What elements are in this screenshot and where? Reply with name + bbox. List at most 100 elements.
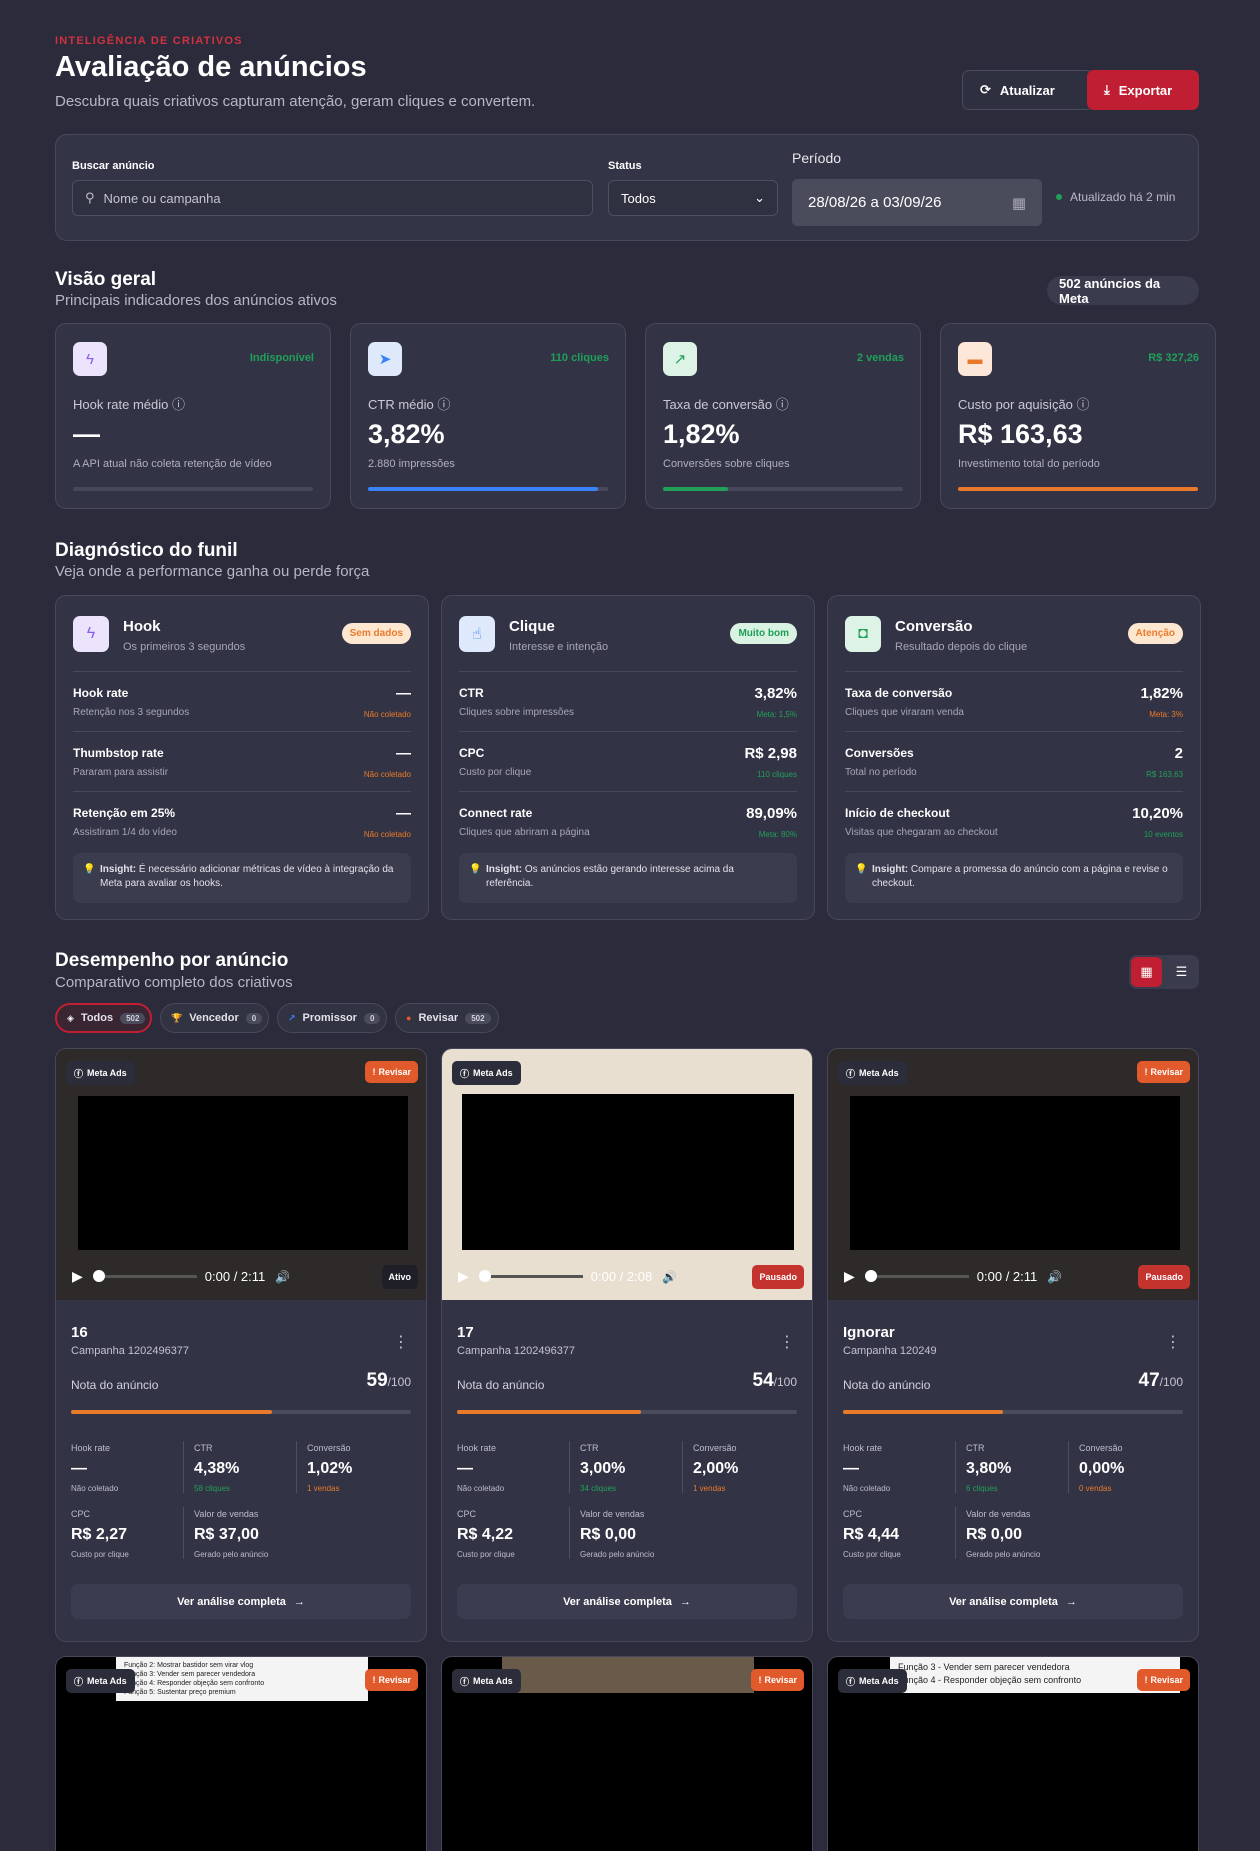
chevron-down-icon: ⌄ <box>754 190 765 205</box>
help-icon[interactable]: ⓘ <box>772 397 789 412</box>
kpi-trend: Indisponível <box>249 352 314 364</box>
kpi-hint: Investimento total do período <box>958 458 1100 470</box>
metric-sub: Custo por clique <box>457 1550 515 1559</box>
play-icon[interactable]: ▶ <box>72 1268 83 1285</box>
metric-label: Hook rate <box>457 1443 497 1453</box>
ad-campaign: Campanha 120249 <box>843 1345 937 1357</box>
wallet-icon: ▬ <box>958 342 992 376</box>
search-input[interactable]: ⚲ Nome ou campanha <box>72 180 593 216</box>
video-controls: ▶ 0:00 / 2:08 🔊 <box>458 1268 677 1285</box>
sales-metric: Valor de vendas R$ 37,00 Gerado pelo anúnc… <box>194 1509 268 1559</box>
metric-value: — <box>843 1460 859 1477</box>
list-view-icon[interactable]: ☰ <box>1166 957 1197 987</box>
page-eyebrow: INTELIGÊNCIA DE CRIATIVOS <box>55 35 243 47</box>
funnel-stage-desc: Resultado depois do clique <box>895 641 1028 653</box>
meta-ads-label: Meta Ads <box>859 1068 899 1078</box>
metric-target: Não coletado <box>363 830 411 839</box>
funnel-stage-name: Clique <box>509 618 555 635</box>
video-player[interactable] <box>78 1096 408 1250</box>
period-picker[interactable]: 28/08/26 a 03/09/26 ▦ <box>792 179 1042 226</box>
page-subtitle: Descubra quais criativos capturam atençã… <box>55 93 536 110</box>
funnel-card-hook: ϟ Hook Os primeiros 3 segundos Sem dados Hoo… <box>55 595 429 920</box>
metric-sub: 0 vendas <box>1079 1484 1112 1493</box>
filter-chip-revisar[interactable]: ● Revisar 502 <box>395 1003 499 1033</box>
layers-icon: ◈ <box>67 1012 74 1023</box>
ad-card: ⓕ Meta Ads ▶ 0:00 / 2:08 🔊 Pausado 17 Campanha … <box>441 1048 813 1642</box>
play-icon[interactable]: ▶ <box>458 1268 469 1285</box>
grid-view-icon[interactable]: ▦ <box>1131 957 1162 987</box>
chip-count: 0 <box>363 1012 381 1024</box>
more-options-icon[interactable]: ⋮ <box>1165 1332 1181 1352</box>
volume-icon[interactable]: 🔊 <box>1047 1270 1062 1284</box>
trend-icon: ↗ <box>288 1012 296 1023</box>
full-analysis-button[interactable]: Ver análise completa → <box>843 1584 1183 1619</box>
video-time: 0:00 / 2:08 <box>590 1269 653 1284</box>
volume-icon[interactable]: 🔊 <box>662 1270 677 1284</box>
score-max: /100 <box>773 1375 797 1389</box>
export-button[interactable]: ⤓ Exportar <box>1087 70 1199 110</box>
funnel-metric-row: CTR Cliques sobre impressões 3,82% Meta: 1,… <box>459 671 797 731</box>
alert-icon: ! <box>758 1675 762 1685</box>
download-icon: ⤓ <box>1104 82 1110 97</box>
metric-label: CTR <box>194 1443 213 1453</box>
play-icon[interactable]: ▶ <box>844 1268 855 1285</box>
filter-chip-vencedor[interactable]: 🏆 Vencedor 0 <box>160 1003 269 1033</box>
metric-label: CPC <box>843 1509 863 1519</box>
search-placeholder: Nome ou campanha <box>103 190 221 206</box>
full-analysis-button[interactable]: Ver análise completa → <box>457 1584 797 1619</box>
ad-campaign: Campanha 1202496377 <box>71 1345 190 1357</box>
thumbnail-strip: Função 2: Mostrar bastidor sem virar vlo… <box>116 1657 368 1701</box>
filter-chip-todos[interactable]: ◈ Todos 502 <box>55 1003 152 1033</box>
overview-subtitle: Principais indicadores dos anúncios ativ… <box>55 292 337 309</box>
filter-chip-promissor[interactable]: ↗ Promissor 0 <box>277 1003 387 1033</box>
funnel-stage-name: Conversão <box>895 618 973 635</box>
help-icon[interactable]: ⓘ <box>168 397 185 412</box>
trophy-icon: 🏆 <box>171 1012 183 1023</box>
video-player[interactable] <box>850 1096 1180 1250</box>
review-label: Revisar <box>378 1067 411 1077</box>
full-analysis-button[interactable]: Ver análise completa → <box>71 1584 411 1619</box>
kpi-value: 3,82% <box>368 419 445 449</box>
metric-value: 1,02% <box>307 1460 353 1477</box>
help-icon[interactable]: ⓘ <box>1073 397 1090 412</box>
funnel-metric-row: Connect rate Cliques que abriram a página… <box>459 791 797 851</box>
metric-value: R$ 2,27 <box>71 1526 128 1543</box>
seek-knob[interactable] <box>92 1270 105 1282</box>
hook-rate-metric: Hook rate — Não coletado <box>71 1443 118 1493</box>
metric-label: CTR <box>580 1443 599 1453</box>
thumbnail-caption: Função 4: Responder objeção sem confront… <box>124 1680 265 1687</box>
status-select[interactable]: Todos ⌄ <box>608 180 778 216</box>
update-button[interactable]: ⟳ Atualizar <box>962 70 1094 110</box>
alert-icon: ! <box>1144 1675 1148 1685</box>
metric-value: 89,09% <box>746 805 797 822</box>
more-options-icon[interactable]: ⋮ <box>779 1332 795 1352</box>
score-number: 47 <box>1138 1370 1160 1391</box>
score-value: 54/100 <box>753 1370 798 1392</box>
meta-ads-label: Meta Ads <box>87 1676 127 1686</box>
metric-value: 3,80% <box>966 1460 1012 1477</box>
funnel-metric-row: Hook rate Retenção nos 3 segundos — Não col… <box>73 671 411 731</box>
help-icon[interactable]: ⓘ <box>434 397 450 412</box>
seek-knob[interactable] <box>864 1270 877 1282</box>
seek-bar[interactable] <box>92 1270 197 1282</box>
divider <box>569 1441 570 1493</box>
metric-name: Thumbstop rate <box>73 746 164 760</box>
hook-rate-metric: Hook rate — Não coletado <box>457 1443 504 1493</box>
metric-value: — <box>396 745 411 762</box>
score-bar <box>843 1410 1183 1414</box>
metric-label: CTR <box>966 1443 985 1453</box>
metric-value: — <box>396 805 411 822</box>
ad-card: Função 3 - Vender sem parecer vendedora F… <box>827 1656 1199 1851</box>
metric-sub: Não coletado <box>71 1484 119 1493</box>
seek-bar[interactable] <box>864 1270 969 1282</box>
insight-box: 💡 Insight: É necessário adicionar métrica… <box>73 853 411 903</box>
metric-label: Conversão <box>693 1443 737 1453</box>
meta-ads-badge: ⓕ Meta Ads <box>452 1061 521 1085</box>
seek-bar[interactable] <box>478 1270 583 1282</box>
review-badge: ! Revisar <box>365 1061 418 1083</box>
video-player[interactable] <box>462 1094 794 1250</box>
more-options-icon[interactable]: ⋮ <box>393 1332 409 1352</box>
volume-icon[interactable]: 🔊 <box>275 1270 290 1284</box>
divider <box>1068 1441 1069 1493</box>
seek-knob[interactable] <box>478 1270 491 1282</box>
